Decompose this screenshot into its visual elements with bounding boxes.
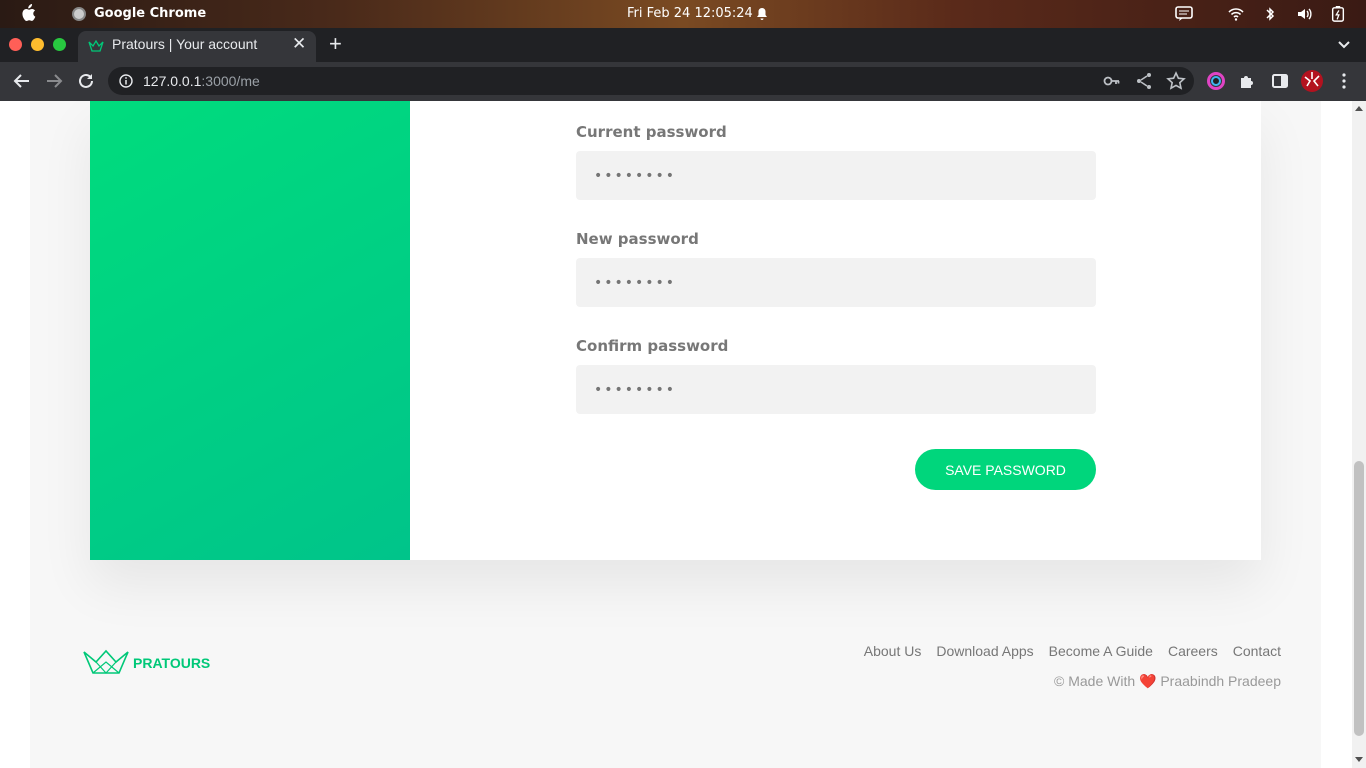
account-card: Current password New password Confirm pa… (90, 101, 1261, 560)
site-info-icon[interactable] (119, 74, 133, 88)
scroll-up-arrow-icon[interactable] (1354, 104, 1364, 112)
clock[interactable]: Fri Feb 24 12:05:24 (627, 6, 753, 21)
footer-link-become-guide[interactable]: Become A Guide (1049, 643, 1153, 659)
footer-copyright: © Made With ❤️ Praabindh Pradeep (1054, 673, 1281, 690)
bookmark-star-icon[interactable] (1166, 71, 1186, 91)
bluetooth-icon[interactable] (1264, 6, 1276, 22)
footer-link-about[interactable]: About Us (864, 643, 922, 659)
chrome-app-icon (72, 7, 86, 21)
window-maximize-button[interactable] (53, 38, 66, 51)
new-tab-button[interactable]: + (329, 31, 342, 57)
address-bar[interactable]: 127.0.0.1:3000/me (108, 67, 1194, 95)
side-panel-icon[interactable] (1270, 71, 1290, 91)
chat-icon[interactable] (1175, 6, 1193, 22)
pratours-logo-icon[interactable] (82, 649, 130, 675)
profile-avatar[interactable] (1300, 69, 1324, 93)
page-viewport: Current password New password Confirm pa… (0, 101, 1366, 768)
tab-search-chevron-icon[interactable] (1336, 36, 1352, 52)
footer-brand[interactable]: PRATOURS (133, 655, 210, 671)
account-sidebar (90, 101, 410, 560)
heart-icon: ❤️ (1139, 673, 1157, 689)
copyright-prefix: © Made With (1054, 673, 1136, 689)
password-key-icon[interactable] (1102, 71, 1122, 91)
wifi-icon[interactable] (1228, 6, 1244, 22)
footer-link-careers[interactable]: Careers (1168, 643, 1218, 659)
url-host: 127.0.0.1 (143, 73, 202, 89)
forward-arrow-icon[interactable] (44, 71, 64, 91)
chrome-menu-icon[interactable] (1334, 71, 1354, 91)
save-password-button[interactable]: Save password (915, 449, 1096, 490)
copyright-author: Praabindh Pradeep (1160, 673, 1281, 689)
url-path: :3000/me (201, 73, 260, 89)
current-password-input[interactable] (576, 151, 1096, 200)
pratours-favicon-icon (88, 40, 104, 52)
new-password-label: New password (576, 230, 699, 248)
tab-title: Pratours | Your account (112, 36, 258, 52)
confirm-password-label: Confirm password (576, 337, 729, 355)
current-password-label: Current password (576, 123, 727, 141)
share-icon[interactable] (1134, 71, 1154, 91)
apple-icon[interactable] (20, 4, 36, 22)
color-extension-icon[interactable] (1206, 71, 1226, 91)
tab-close-icon[interactable]: ✕ (292, 34, 306, 54)
window-minimize-button[interactable] (31, 38, 44, 51)
active-app-name[interactable]: Google Chrome (94, 6, 206, 21)
page-footer: PRATOURS About Us Download Apps Become A… (30, 601, 1321, 708)
new-password-input[interactable] (576, 258, 1096, 307)
footer-link-contact[interactable]: Contact (1233, 643, 1281, 659)
confirm-password-input[interactable] (576, 365, 1096, 414)
footer-link-download-apps[interactable]: Download Apps (936, 643, 1033, 659)
scrollbar-thumb[interactable] (1354, 461, 1364, 736)
scroll-down-arrow-icon[interactable] (1354, 756, 1364, 764)
battery-icon[interactable] (1331, 6, 1345, 22)
extensions-puzzle-icon[interactable] (1238, 71, 1258, 91)
footer-nav: About Us Download Apps Become A Guide Ca… (864, 643, 1281, 659)
system-top-bar: Google Chrome Fri Feb 24 12:05:24 (0, 0, 1366, 28)
reload-icon[interactable] (76, 71, 96, 91)
notification-bell-icon[interactable] (756, 7, 768, 21)
window-close-button[interactable] (9, 38, 22, 51)
back-arrow-icon[interactable] (12, 71, 32, 91)
browser-tab-active[interactable]: Pratours | Your account ✕ (78, 31, 316, 62)
page-scrollbar[interactable] (1352, 101, 1366, 768)
volume-icon[interactable] (1296, 6, 1312, 22)
url-text[interactable]: 127.0.0.1:3000/me (143, 73, 260, 89)
